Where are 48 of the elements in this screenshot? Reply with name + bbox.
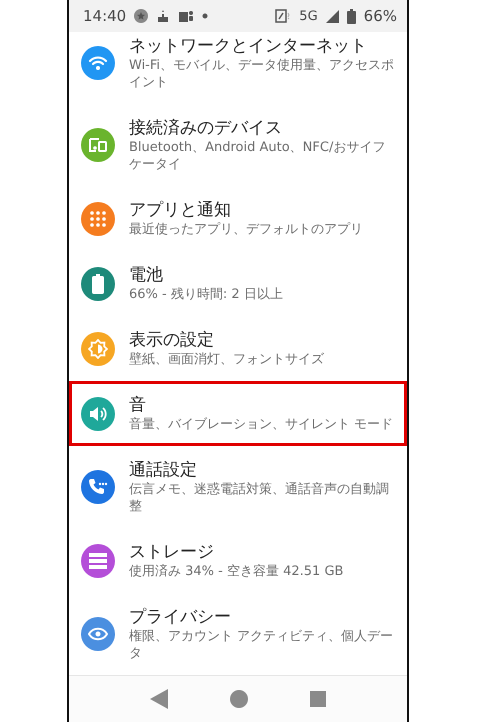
dot-icon: [202, 13, 208, 19]
settings-item[interactable]: ネットワークとインターネット Wi-Fi、モバイル、データ使用量、アクセスポイント: [69, 32, 407, 104]
item-subtitle: 伝言メモ、迷惑電話対策、通話音声の自動調整: [129, 481, 390, 515]
settings-item[interactable]: プライバシー 権限、アカウント アクティビティ、個人データ: [69, 593, 407, 675]
settings-item[interactable]: 通話設定 伝言メモ、迷惑電話対策、通話音声の自動調整: [69, 446, 407, 528]
settings-item[interactable]: 表示の設定 壁紙、画面消灯、フォントサイズ: [69, 316, 407, 381]
signal-icon: [326, 10, 339, 22]
item-subtitle: 壁紙、画面消灯、フォントサイズ: [129, 351, 325, 368]
settings-item[interactable]: 音 音量、バイブレーション、サイレント モード: [69, 381, 407, 446]
item-subtitle: 権限、アカウント アクティビティ、個人データ: [129, 628, 394, 662]
item-subtitle: 66% - 残り時間: 2 日以上: [129, 286, 284, 303]
item-title: 接続済みのデバイス: [129, 117, 283, 139]
team-icon: [178, 9, 194, 23]
settings-item[interactable]: 接続済みのデバイス Bluetooth、Android Auto、NFC/おサイフケータイ: [69, 104, 407, 186]
grid-icon: [90, 210, 106, 226]
home-icon[interactable]: [230, 690, 248, 708]
item-title: 音: [129, 394, 147, 416]
phone-icon: [88, 478, 108, 496]
battery-icon: [92, 274, 104, 294]
item-title: ストレージ: [129, 541, 215, 563]
star-icon: [134, 9, 148, 23]
item-title: 表示の設定: [129, 329, 215, 351]
item-subtitle: 最近使ったアプリ、デフォルトのアプリ: [129, 221, 364, 238]
devices-icon: [88, 137, 108, 153]
item-subtitle: 音量、バイブレーション、サイレント モード: [129, 416, 394, 433]
item-subtitle: 使用済み 34% - 空き容量 42.51 GB: [129, 563, 344, 580]
battery-icon: [346, 8, 356, 24]
nfc-icon: [275, 9, 292, 23]
item-subtitle: Wi-Fi、モバイル、データ使用量、アクセスポイント: [129, 57, 394, 91]
network-label: 5G: [299, 8, 318, 24]
item-title: プライバシー: [129, 606, 232, 628]
item-title: 電池: [129, 264, 164, 286]
item-title: ネットワークとインターネット: [129, 35, 368, 57]
item-subtitle: Bluetooth、Android Auto、NFC/おサイフケータイ: [129, 139, 386, 173]
eye-icon: [88, 627, 108, 641]
storage-icon: [89, 552, 107, 568]
settings-item[interactable]: アプリと通知 最近使ったアプリ、デフォルトのアプリ: [69, 186, 407, 251]
cake-icon: [156, 9, 170, 23]
status-time: 14:40: [83, 7, 126, 25]
wifi-icon: [88, 55, 108, 71]
brightness-icon: [88, 338, 108, 358]
battery-percent: 66%: [364, 7, 397, 25]
settings-item[interactable]: 電池 66% - 残り時間: 2 日以上: [69, 251, 407, 316]
settings-item[interactable]: ストレージ 使用済み 34% - 空き容量 42.51 GB: [69, 528, 407, 593]
item-title: 通話設定: [129, 459, 198, 481]
item-title: アプリと通知: [129, 199, 232, 221]
back-icon[interactable]: [150, 689, 168, 709]
speaker-icon: [89, 406, 107, 422]
